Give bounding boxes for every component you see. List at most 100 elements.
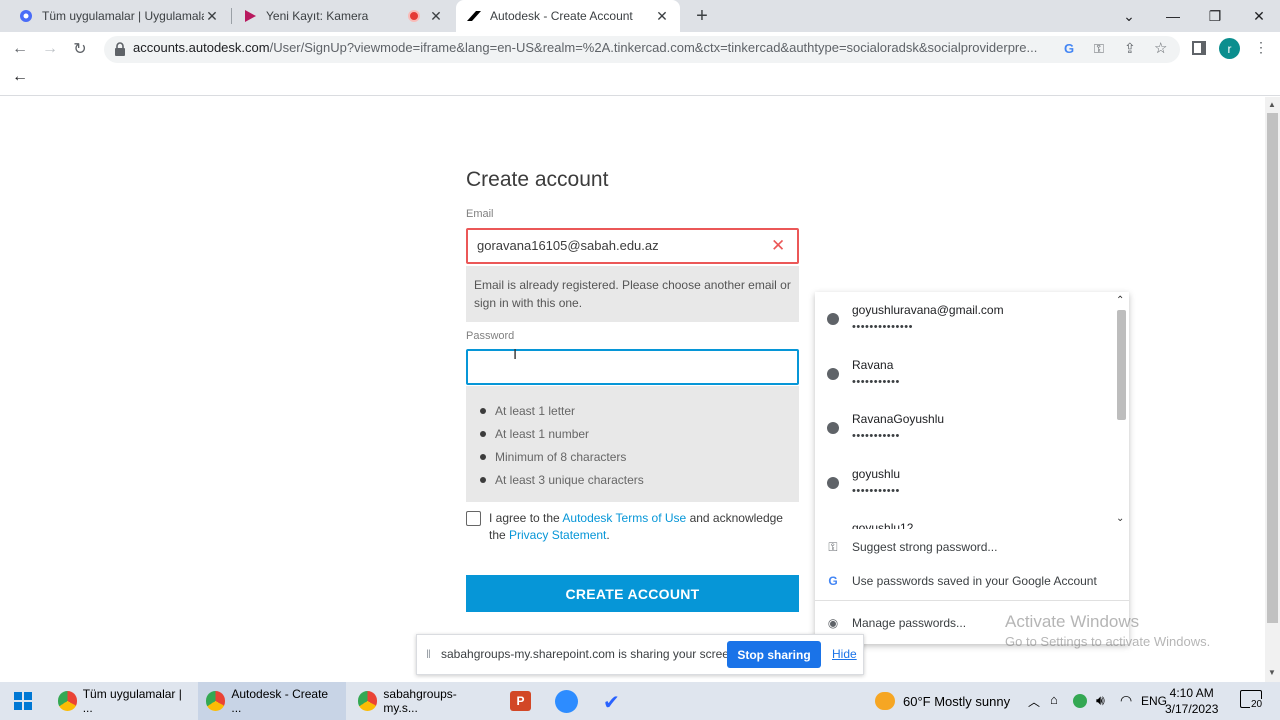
clock-time: 4:10 AM xyxy=(1169,686,1214,700)
close-tab-icon[interactable]: ✕ xyxy=(428,8,444,25)
saved-account-item[interactable]: goyushlu ••••••••••• xyxy=(815,457,1113,511)
share-icon[interactable]: ⇪ xyxy=(1124,40,1136,57)
chrome-icon xyxy=(58,691,77,711)
tray-status-icon[interactable] xyxy=(1073,694,1087,708)
close-tab-icon[interactable]: ✕ xyxy=(204,8,220,25)
password-rule: At least 3 unique characters xyxy=(495,473,644,487)
scroll-down-icon[interactable]: ▼ xyxy=(1268,668,1276,677)
create-account-button[interactable]: CREATE ACCOUNT xyxy=(466,575,799,612)
restore-icon[interactable]: ❐ xyxy=(1192,0,1238,32)
saved-account-item[interactable]: goyushluravana@gmail.com •••••••••••••• xyxy=(815,293,1113,347)
saved-username: goyushluravana@gmail.com xyxy=(852,303,1004,317)
tray-app-icon[interactable]: ⌂ xyxy=(1050,692,1058,707)
saved-password-mask: ••••••••••• xyxy=(852,430,900,442)
bullet-icon xyxy=(480,408,486,414)
saved-password-mask: ••••••••••• xyxy=(852,376,900,388)
globe-icon xyxy=(827,368,839,380)
agree-checkbox[interactable] xyxy=(466,511,481,526)
weather-sun-icon xyxy=(875,692,895,710)
google-lens-icon[interactable]: G xyxy=(1064,41,1074,56)
taskbar-app-chrome-active[interactable]: Autodesk - Create ... xyxy=(198,682,346,720)
globe-icon xyxy=(827,477,839,489)
new-tab-button[interactable]: + xyxy=(690,4,714,28)
bookmark-star-icon[interactable]: ☆ xyxy=(1154,39,1167,57)
clear-email-icon[interactable]: ✕ xyxy=(771,236,785,256)
activate-windows-subtitle: Go to Settings to activate Windows. xyxy=(1005,634,1211,649)
key-icon: ⚿ xyxy=(828,540,838,554)
back-arrow-icon[interactable]: ← xyxy=(6,32,34,66)
tab-camera[interactable]: Yeni Kayıt: Kamera ✕ xyxy=(232,0,454,32)
zoom-icon[interactable] xyxy=(555,690,578,713)
bullet-icon xyxy=(480,431,486,437)
tab-search-chevron-icon[interactable]: ⌄ xyxy=(1106,0,1152,32)
google-icon: G xyxy=(828,574,838,588)
checkmark-app-icon[interactable]: ✔ xyxy=(603,690,620,715)
password-autofill-dropdown: goyushluravana@gmail.com •••••••••••••• … xyxy=(815,292,1129,644)
saved-account-item[interactable]: Ravana ••••••••••• xyxy=(815,348,1113,402)
terms-link[interactable]: Autodesk Terms of Use xyxy=(562,511,686,525)
close-window-icon[interactable]: ✕ xyxy=(1236,0,1280,32)
page-title: Create account xyxy=(466,168,609,191)
taskbar-clock[interactable]: 4:10 AM 3/17/2023 xyxy=(1165,685,1218,717)
password-rule: Minimum of 8 characters xyxy=(495,450,627,464)
tray-chevron-icon[interactable]: ︿ xyxy=(1028,693,1040,710)
agree-text: I agree to the Autodesk Terms of Use and… xyxy=(489,511,783,542)
weather-text[interactable]: 60°F Mostly sunny xyxy=(903,694,1010,709)
globe-icon xyxy=(827,313,839,325)
drag-handle-icon[interactable]: ‖ xyxy=(426,647,431,661)
url-text: accounts.autodesk.com/User/SignUp?viewmo… xyxy=(133,40,1038,55)
chrome-icon: ◉ xyxy=(827,616,839,630)
autofill-scrollbar-thumb[interactable] xyxy=(1117,310,1126,420)
reload-icon[interactable]: ↻ xyxy=(66,32,94,66)
password-label: Password xyxy=(466,330,515,342)
menu-dots-icon[interactable]: ⋮ xyxy=(1254,39,1268,56)
autodesk-favicon-icon xyxy=(466,8,482,24)
tab-title: Yeni Kayıt: Kamera xyxy=(266,9,369,23)
powerpoint-icon[interactable]: P xyxy=(510,691,531,711)
manage-passwords-option[interactable]: Manage passwords... xyxy=(852,616,966,630)
stream-favicon-icon xyxy=(242,8,258,24)
taskbar-app-chrome-share[interactable]: sabahgroups-my.s... xyxy=(350,682,496,720)
suggest-password-option[interactable]: Suggest strong password... xyxy=(852,540,997,554)
saved-account-item[interactable]: RavanaGoyushlu ••••••••••• xyxy=(815,402,1113,456)
tab-apps[interactable]: Tüm uygulamalar | Uygulamalar ✕ xyxy=(8,0,230,32)
close-tab-icon[interactable]: ✕ xyxy=(654,8,670,25)
bullet-icon xyxy=(480,454,486,460)
share-message: sabahgroups-my.sharepoint.com is sharing… xyxy=(441,647,739,661)
bullet-icon xyxy=(480,477,486,483)
password-rule: At least 1 number xyxy=(495,427,590,441)
autofill-scroll-down-icon[interactable]: ⌄ xyxy=(1116,513,1124,524)
taskbar-app-label: sabahgroups-my.s... xyxy=(383,687,457,715)
google-passwords-option[interactable]: Use passwords saved in your Google Accou… xyxy=(852,574,1097,588)
saved-username: RavanaGoyushlu xyxy=(852,412,945,426)
forward-arrow-icon[interactable]: → xyxy=(36,32,64,66)
tab-title: Tüm uygulamalar | Uygulamalar xyxy=(42,9,204,23)
globe-icon xyxy=(827,422,839,434)
windows-start-icon[interactable] xyxy=(14,692,32,710)
recording-icon xyxy=(408,10,420,22)
profile-avatar[interactable]: r xyxy=(1219,38,1240,59)
language-indicator[interactable]: ENG xyxy=(1141,694,1167,708)
volume-icon[interactable]: 🔊︎ xyxy=(1096,692,1105,709)
taskbar-app-label: Tüm uygulamalar | ... xyxy=(82,687,182,715)
chrome-icon xyxy=(206,691,226,711)
autofill-divider xyxy=(815,600,1129,601)
key-icon[interactable]: ⚿ xyxy=(1094,41,1104,57)
lock-icon[interactable] xyxy=(114,42,126,56)
network-icon[interactable]: ◠ xyxy=(1120,692,1132,709)
minimize-icon[interactable]: — xyxy=(1150,0,1196,32)
side-panel-icon[interactable] xyxy=(1192,41,1206,55)
notification-count: 20 xyxy=(1250,699,1264,710)
scrollbar-thumb[interactable] xyxy=(1267,113,1278,623)
saved-username: Ravana xyxy=(852,358,894,372)
saved-account-item[interactable]: goyushlu12 xyxy=(815,511,1113,529)
taskbar-app-chrome[interactable]: Tüm uygulamalar | ... xyxy=(50,682,196,720)
hide-button[interactable]: Hide xyxy=(832,647,857,661)
tab-autodesk[interactable]: Autodesk - Create Account ✕ xyxy=(456,0,680,32)
stop-sharing-button[interactable]: Stop sharing xyxy=(727,641,821,668)
email-value: goravana16105@sabah.edu.az xyxy=(477,238,659,253)
scroll-up-icon[interactable]: ▲ xyxy=(1268,100,1276,109)
autofill-scroll-up-icon[interactable]: ⌃ xyxy=(1116,295,1124,306)
privacy-link[interactable]: Privacy Statement xyxy=(509,528,606,542)
iframe-back-arrow-icon[interactable]: ← xyxy=(12,68,28,86)
